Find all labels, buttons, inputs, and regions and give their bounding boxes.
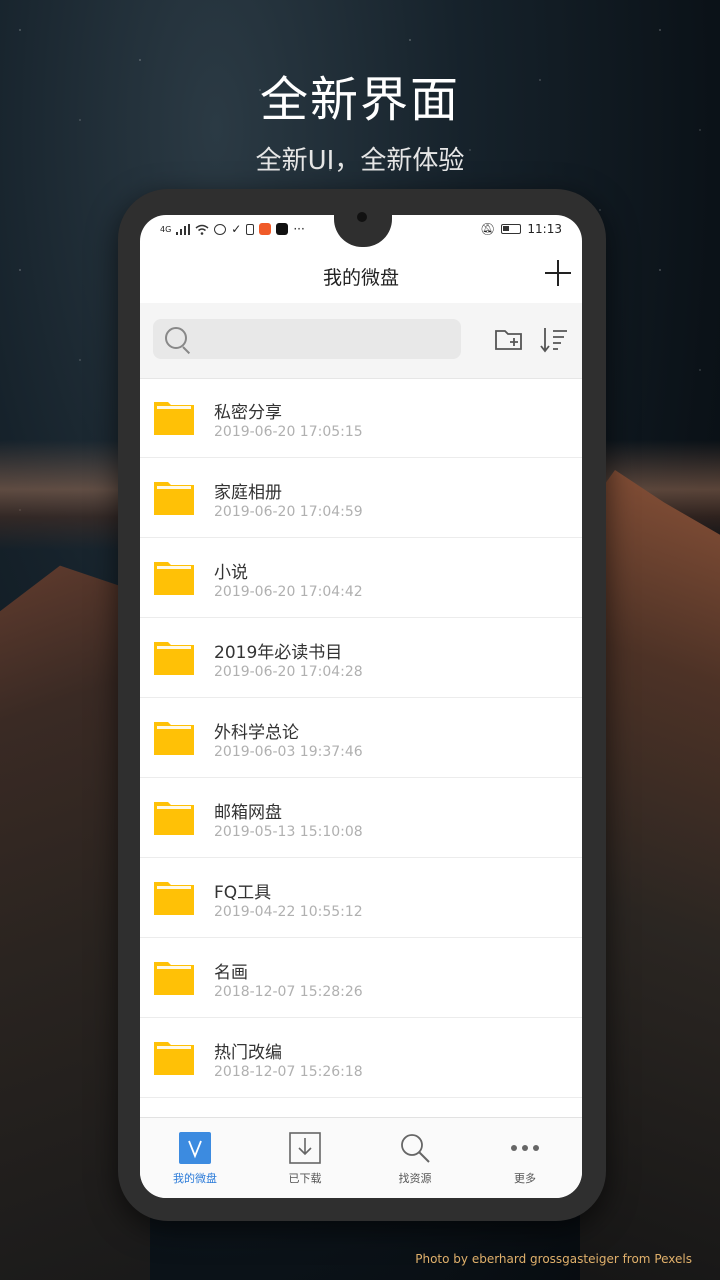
more-notifications: ···	[293, 222, 305, 236]
tab-label: 找资源	[398, 1172, 432, 1185]
photo-credit: Photo by eberhard grossgasteiger from Pe…	[415, 1252, 692, 1266]
check-icon: ✓	[231, 222, 242, 236]
tab-downloaded[interactable]: 已下载	[250, 1118, 360, 1198]
folder-icon	[154, 802, 194, 835]
search-input[interactable]	[199, 319, 453, 361]
folder-icon	[154, 482, 194, 515]
file-date: 2019-06-03 19:37:46	[214, 744, 363, 760]
sort-icon	[540, 328, 567, 353]
vdisk-icon	[179, 1132, 211, 1164]
tab-label: 我的微盘	[173, 1172, 217, 1185]
file-row[interactable]: 邮箱网盘 2019-05-13 15:10:08	[140, 778, 582, 858]
file-list: 私密分享 2019-06-20 17:05:15 家庭相册 2019-06-20 17…	[140, 378, 582, 1118]
file-date: 2019-06-20 17:04:42	[214, 584, 363, 600]
tab-my-vdisk[interactable]: 我的微盘	[140, 1118, 250, 1198]
new-folder-button[interactable]	[494, 325, 524, 355]
file-date: 2018-12-07 15:28:26	[214, 984, 363, 1000]
sort-button[interactable]	[539, 325, 569, 355]
file-name: FQ工具	[214, 883, 272, 903]
search-toolbar	[140, 303, 582, 379]
new-folder-icon	[495, 330, 522, 350]
tab-label: 已下载	[288, 1172, 322, 1185]
more-icon	[511, 1145, 539, 1151]
signal-icon	[176, 223, 191, 235]
add-button[interactable]	[544, 259, 572, 287]
file-date: 2019-04-22 10:55:12	[214, 904, 363, 920]
mute-icon: 🔕︎	[480, 222, 496, 236]
folder-icon	[154, 402, 194, 435]
promo-subtitle: 全新UI，全新体验	[255, 146, 465, 176]
download-icon	[289, 1132, 321, 1164]
file-row[interactable]: 名画 2018-12-07 15:28:26	[140, 938, 582, 1018]
file-date: 2019-06-20 17:05:15	[214, 424, 363, 440]
bottom-tab-bar: 我的微盘 已下载 找资源 更多	[140, 1117, 582, 1198]
file-name: 小说	[214, 563, 248, 583]
tab-find-resources[interactable]: 找资源	[360, 1118, 470, 1198]
tab-more[interactable]: 更多	[470, 1118, 580, 1198]
folder-icon	[154, 722, 194, 755]
folder-icon	[154, 1042, 194, 1075]
file-name: 外科学总论	[214, 723, 299, 743]
file-name: 邮箱网盘	[214, 803, 282, 823]
file-date: 2018-12-07 15:26:18	[214, 1064, 363, 1080]
file-name: 名画	[214, 963, 248, 983]
front-camera	[357, 212, 367, 222]
page-title: 我的微盘	[322, 267, 399, 289]
file-name: 家庭相册	[214, 483, 282, 503]
file-row[interactable]: 私密分享 2019-06-20 17:05:15	[140, 378, 582, 458]
folder-icon	[154, 882, 194, 915]
file-date: 2019-05-13 15:10:08	[214, 824, 363, 840]
search-icon	[165, 327, 187, 349]
wifi-icon	[195, 224, 209, 235]
search-box[interactable]	[153, 319, 461, 361]
clock: 11:13	[527, 222, 562, 236]
file-date: 2019-06-20 17:04:59	[214, 504, 363, 520]
phone-screen: 4G ✓ ··· 🔕︎ 11:13 我的微盘 私密分享 2019-06-20 1…	[140, 215, 582, 1198]
battery-icon	[501, 224, 522, 234]
tab-label: 更多	[514, 1172, 536, 1185]
file-row[interactable]: 外科学总论 2019-06-03 19:37:46	[140, 698, 582, 778]
folder-icon	[154, 962, 194, 995]
file-row[interactable]: 热门改编 2018-12-07 15:26:18	[140, 1018, 582, 1098]
search-icon	[401, 1134, 430, 1163]
file-name: 热门改编	[214, 1043, 282, 1063]
folder-icon	[154, 642, 194, 675]
globe-icon	[214, 223, 227, 235]
file-row[interactable]: 2019年必读书目 2019-06-20 17:04:28	[140, 618, 582, 698]
app-bar: 我的微盘	[140, 245, 582, 303]
folder-icon	[154, 562, 194, 595]
file-name: 私密分享	[214, 403, 282, 423]
tiktok-icon	[276, 223, 289, 235]
file-date: 2019-06-20 17:04:28	[214, 664, 363, 680]
file-row[interactable]: FQ工具 2019-04-22 10:55:12	[140, 858, 582, 938]
file-row[interactable]: 小说 2019-06-20 17:04:42	[140, 538, 582, 618]
promo-title: 全新界面	[259, 72, 460, 128]
file-name: 2019年必读书目	[214, 643, 343, 663]
file-row[interactable]: 家庭相册 2019-06-20 17:04:59	[140, 458, 582, 538]
app-notification-icon	[259, 223, 272, 235]
sim-icon	[246, 223, 255, 235]
network-type: 4G	[160, 224, 172, 234]
